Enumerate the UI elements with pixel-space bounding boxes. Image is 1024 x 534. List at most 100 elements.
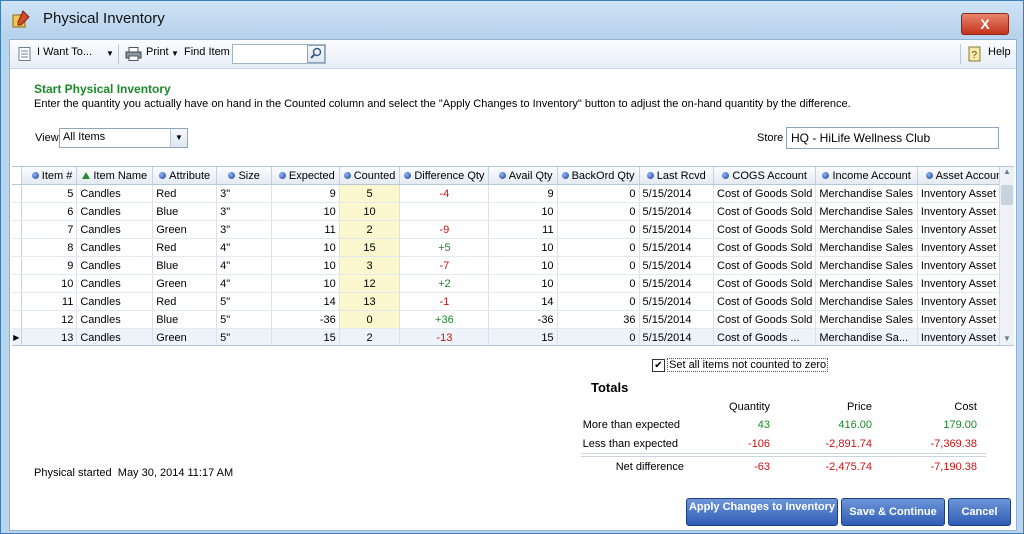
table-row[interactable]: 8 Candles Red 4" 10 15 +5 10 0 5/15/2014 Cost of G… [12,238,1014,257]
table-row[interactable]: 7 Candles Green 3" 11 2 -9 11 0 5/15/2014 Cost of … [12,220,1014,239]
column-filter-icon[interactable] [343,172,351,180]
table-row[interactable]: 10 Candles Green 4" 10 12 +2 10 0 5/15/2014 Cost o… [12,274,1014,293]
row-selector[interactable] [12,202,22,221]
chevron-down-icon[interactable]: ▼ [171,49,179,58]
table-row[interactable]: 9 Candles Blue 4" 10 3 -7 10 0 5/15/2014 Cost of G… [12,256,1014,275]
help-button[interactable]: Help [988,46,1011,58]
more-than-expected-label: More than expected [582,419,680,431]
grid-header-row: Item # Item Name Attribute Size Expected Coun… [12,167,1014,185]
table-cell[interactable]: 5 [339,184,401,203]
column-filter-icon[interactable] [404,172,412,180]
column-filter-icon[interactable] [498,172,506,180]
zero-uncounted-label[interactable]: Set all items not counted to zero [667,358,829,373]
table-cell[interactable]: 15 [339,238,401,257]
column-header[interactable]: Size [216,167,273,185]
sort-ascending-icon[interactable] [82,172,91,180]
table-cell[interactable]: 2 [339,220,401,239]
row-selector[interactable] [12,274,22,293]
totals-title: Totals [591,380,629,395]
scroll-thumb[interactable] [1001,185,1013,205]
column-filter-icon[interactable] [822,172,830,180]
table-cell: 36 [557,310,640,329]
table-row[interactable]: 6 Candles Blue 3" 10 10 10 0 5/15/2014 Cost of Go… [12,202,1014,221]
table-cell: 5 [21,184,78,203]
table-row[interactable]: 12 Candles Blue 5" -36 0 +36 -36 36 5/15/2014 Cost… [12,310,1014,329]
column-header[interactable]: Counted [339,167,401,185]
column-filter-icon[interactable] [925,172,933,180]
search-button[interactable] [307,45,325,63]
column-header[interactable]: Expected [271,167,340,185]
view-select[interactable]: All Items ▼ [59,128,188,148]
table-row[interactable]: 5 Candles Red 3" 9 5 -4 9 0 5/15/2014 Cost of Good… [12,184,1014,203]
table-cell[interactable]: 12 [339,274,401,293]
row-selector[interactable] [12,310,22,329]
table-cell: +2 [399,274,490,293]
table-cell: 10 [271,274,340,293]
column-header[interactable]: COGS Account [713,167,817,185]
column-header[interactable]: Difference Qty [399,167,490,185]
row-selector[interactable] [12,220,22,239]
table-cell: Candles [76,184,154,203]
table-row[interactable]: 11 Candles Red 5" 14 13 -1 14 0 5/15/2014 Cost of … [12,292,1014,311]
close-button[interactable]: X [961,13,1009,35]
column-header-label: Difference Qty [414,169,485,182]
column-header[interactable]: Item # [21,167,78,185]
table-cell[interactable]: 0 [339,310,401,329]
table-cell: 0 [557,220,640,239]
table-cell[interactable]: 3 [339,256,401,275]
table-cell[interactable]: 13 [339,292,401,311]
table-row[interactable]: ▶ 13 Candles Green 5" 15 2 -13 15 0 5/15/2014 Cost … [12,328,1014,345]
chevron-down-icon[interactable]: ▼ [106,49,114,58]
apply-changes-button[interactable]: Apply Changes to Inventory [686,498,838,526]
table-cell[interactable]: 2 [339,328,401,345]
column-header[interactable]: Attribute [152,167,218,185]
save-continue-button[interactable]: Save & Continue [841,498,945,526]
store-field[interactable]: HQ - HiLife Wellness Club [786,127,999,149]
view-label: View [35,132,59,144]
table-cell: 9 [21,256,78,275]
column-header[interactable]: BackOrd Qty [557,167,640,185]
table-cell: Merchandise Sales [815,310,918,329]
table-cell[interactable]: 10 [339,202,401,221]
current-row-indicator[interactable]: ▶ [12,328,22,345]
scroll-down-icon[interactable]: ▼ [1000,334,1014,343]
column-filter-icon[interactable] [278,172,286,180]
column-filter-icon[interactable] [722,172,730,180]
column-filter-icon[interactable] [646,172,654,180]
help-icon[interactable]: ? [968,46,982,62]
totals-divider [581,453,986,454]
zero-uncounted-option[interactable]: ✔ Set all items not counted to zero [652,358,829,373]
column-header-label: Counted [353,169,396,182]
column-header[interactable]: Item Name [76,167,154,185]
printer-icon[interactable] [125,47,142,61]
table-cell: Merchandise Sales [815,256,918,275]
print-button[interactable]: Print [146,46,169,58]
cancel-button[interactable]: Cancel [948,498,1011,526]
table-cell: 7 [21,220,78,239]
row-selector[interactable] [12,238,22,257]
vertical-scrollbar[interactable]: ▲ ▼ [999,167,1014,345]
column-filter-icon[interactable] [561,172,569,180]
zero-uncounted-checkbox[interactable]: ✔ [652,359,665,372]
scroll-up-icon[interactable]: ▲ [1000,167,1014,176]
table-cell: Cost of Goods Sold [713,256,817,275]
column-header[interactable]: Last Rcvd [639,167,715,185]
column-header[interactable]: Income Account [815,167,918,185]
row-selector[interactable] [12,256,22,275]
column-filter-icon[interactable] [159,172,167,180]
column-header-label: Expected [288,169,335,182]
row-selector[interactable] [12,184,22,203]
table-cell: 12 [21,310,78,329]
less-price: -2,891.74 [825,438,872,450]
instructions-text: Enter the quantity you actually have on … [34,98,851,110]
column-filter-icon[interactable] [228,172,236,180]
table-cell: Red [152,184,218,203]
chevron-down-icon[interactable]: ▼ [170,129,187,147]
table-cell: 4" [216,256,273,275]
row-selector[interactable] [12,292,22,311]
toolbar: I Want To... ▼ Print ▼ Find Item ? Help [10,40,1016,69]
column-header[interactable]: Avail Qty [488,167,558,185]
column-filter-icon[interactable] [31,172,39,180]
i-want-to-menu[interactable]: I Want To... [37,46,92,58]
more-cost: 179.00 [943,419,977,431]
